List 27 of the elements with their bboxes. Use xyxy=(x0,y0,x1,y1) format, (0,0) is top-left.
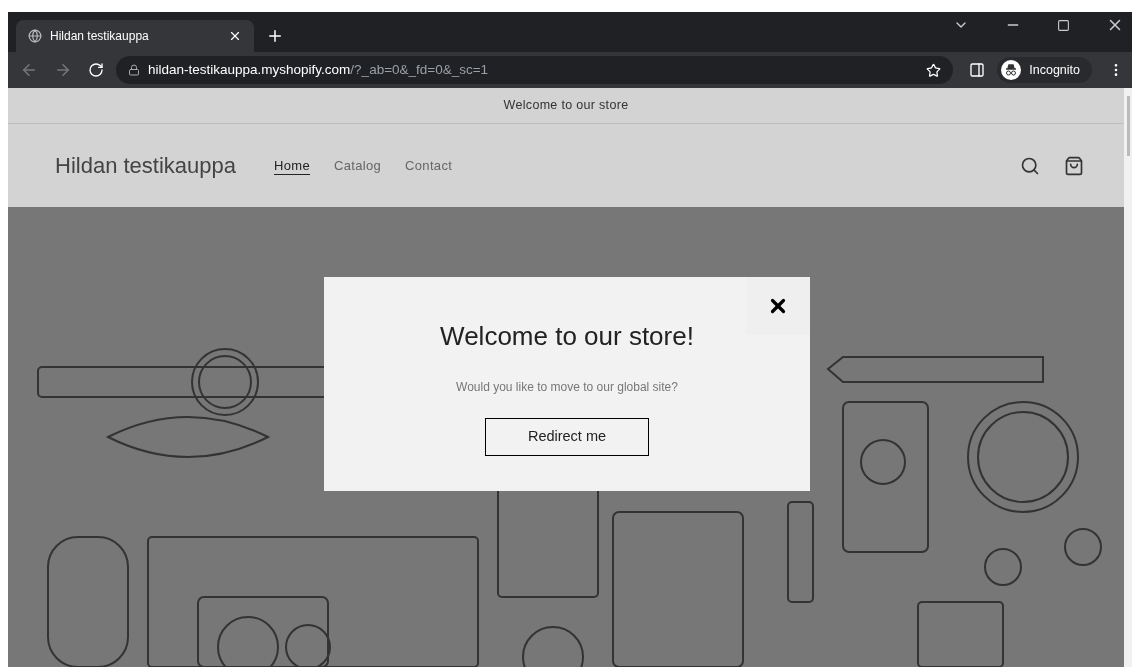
globe-icon xyxy=(28,29,42,43)
nav-link[interactable]: Contact xyxy=(405,155,453,176)
close-icon[interactable] xyxy=(228,29,242,43)
side-panel-icon[interactable] xyxy=(969,62,986,78)
url-text: hildan-testikauppa.myshopify.com/?_ab=0&_fd=0&_sc=1 xyxy=(148,60,489,79)
modal-title: Welcome to our store! xyxy=(440,320,694,353)
scrollbar-thumb[interactable] xyxy=(1126,96,1130,156)
nav-link[interactable]: Catalog xyxy=(334,155,382,176)
redirect-button[interactable]: Redirect me xyxy=(485,418,649,456)
back-icon[interactable] xyxy=(20,61,38,79)
address-bar[interactable]: hildan-testikauppa.myshopify.com/?_ab=0&_fd=0&_sc=1 xyxy=(116,56,954,84)
store-name[interactable]: Hildan testikauppa xyxy=(55,149,236,182)
bookmark-star-icon[interactable] xyxy=(926,62,942,78)
tab-title: Hildan testikauppa xyxy=(50,28,150,45)
forward-icon[interactable] xyxy=(54,61,72,79)
browser-tab[interactable]: Hildan testikauppa xyxy=(16,20,254,52)
search-icon[interactable] xyxy=(1020,155,1040,176)
reload-icon[interactable] xyxy=(88,62,104,78)
incognito-icon xyxy=(1001,60,1022,80)
new-tab-icon[interactable] xyxy=(266,27,284,45)
profile-chip[interactable]: Incognito xyxy=(997,57,1092,83)
maximize-icon[interactable] xyxy=(1057,18,1070,32)
lock-icon xyxy=(128,64,140,76)
nav-link[interactable]: Home xyxy=(274,155,310,176)
cart-icon[interactable] xyxy=(1064,155,1084,176)
modal-message: Would you like to move to our global site? xyxy=(456,379,678,396)
announcement-text: Welcome to our store xyxy=(503,97,629,115)
